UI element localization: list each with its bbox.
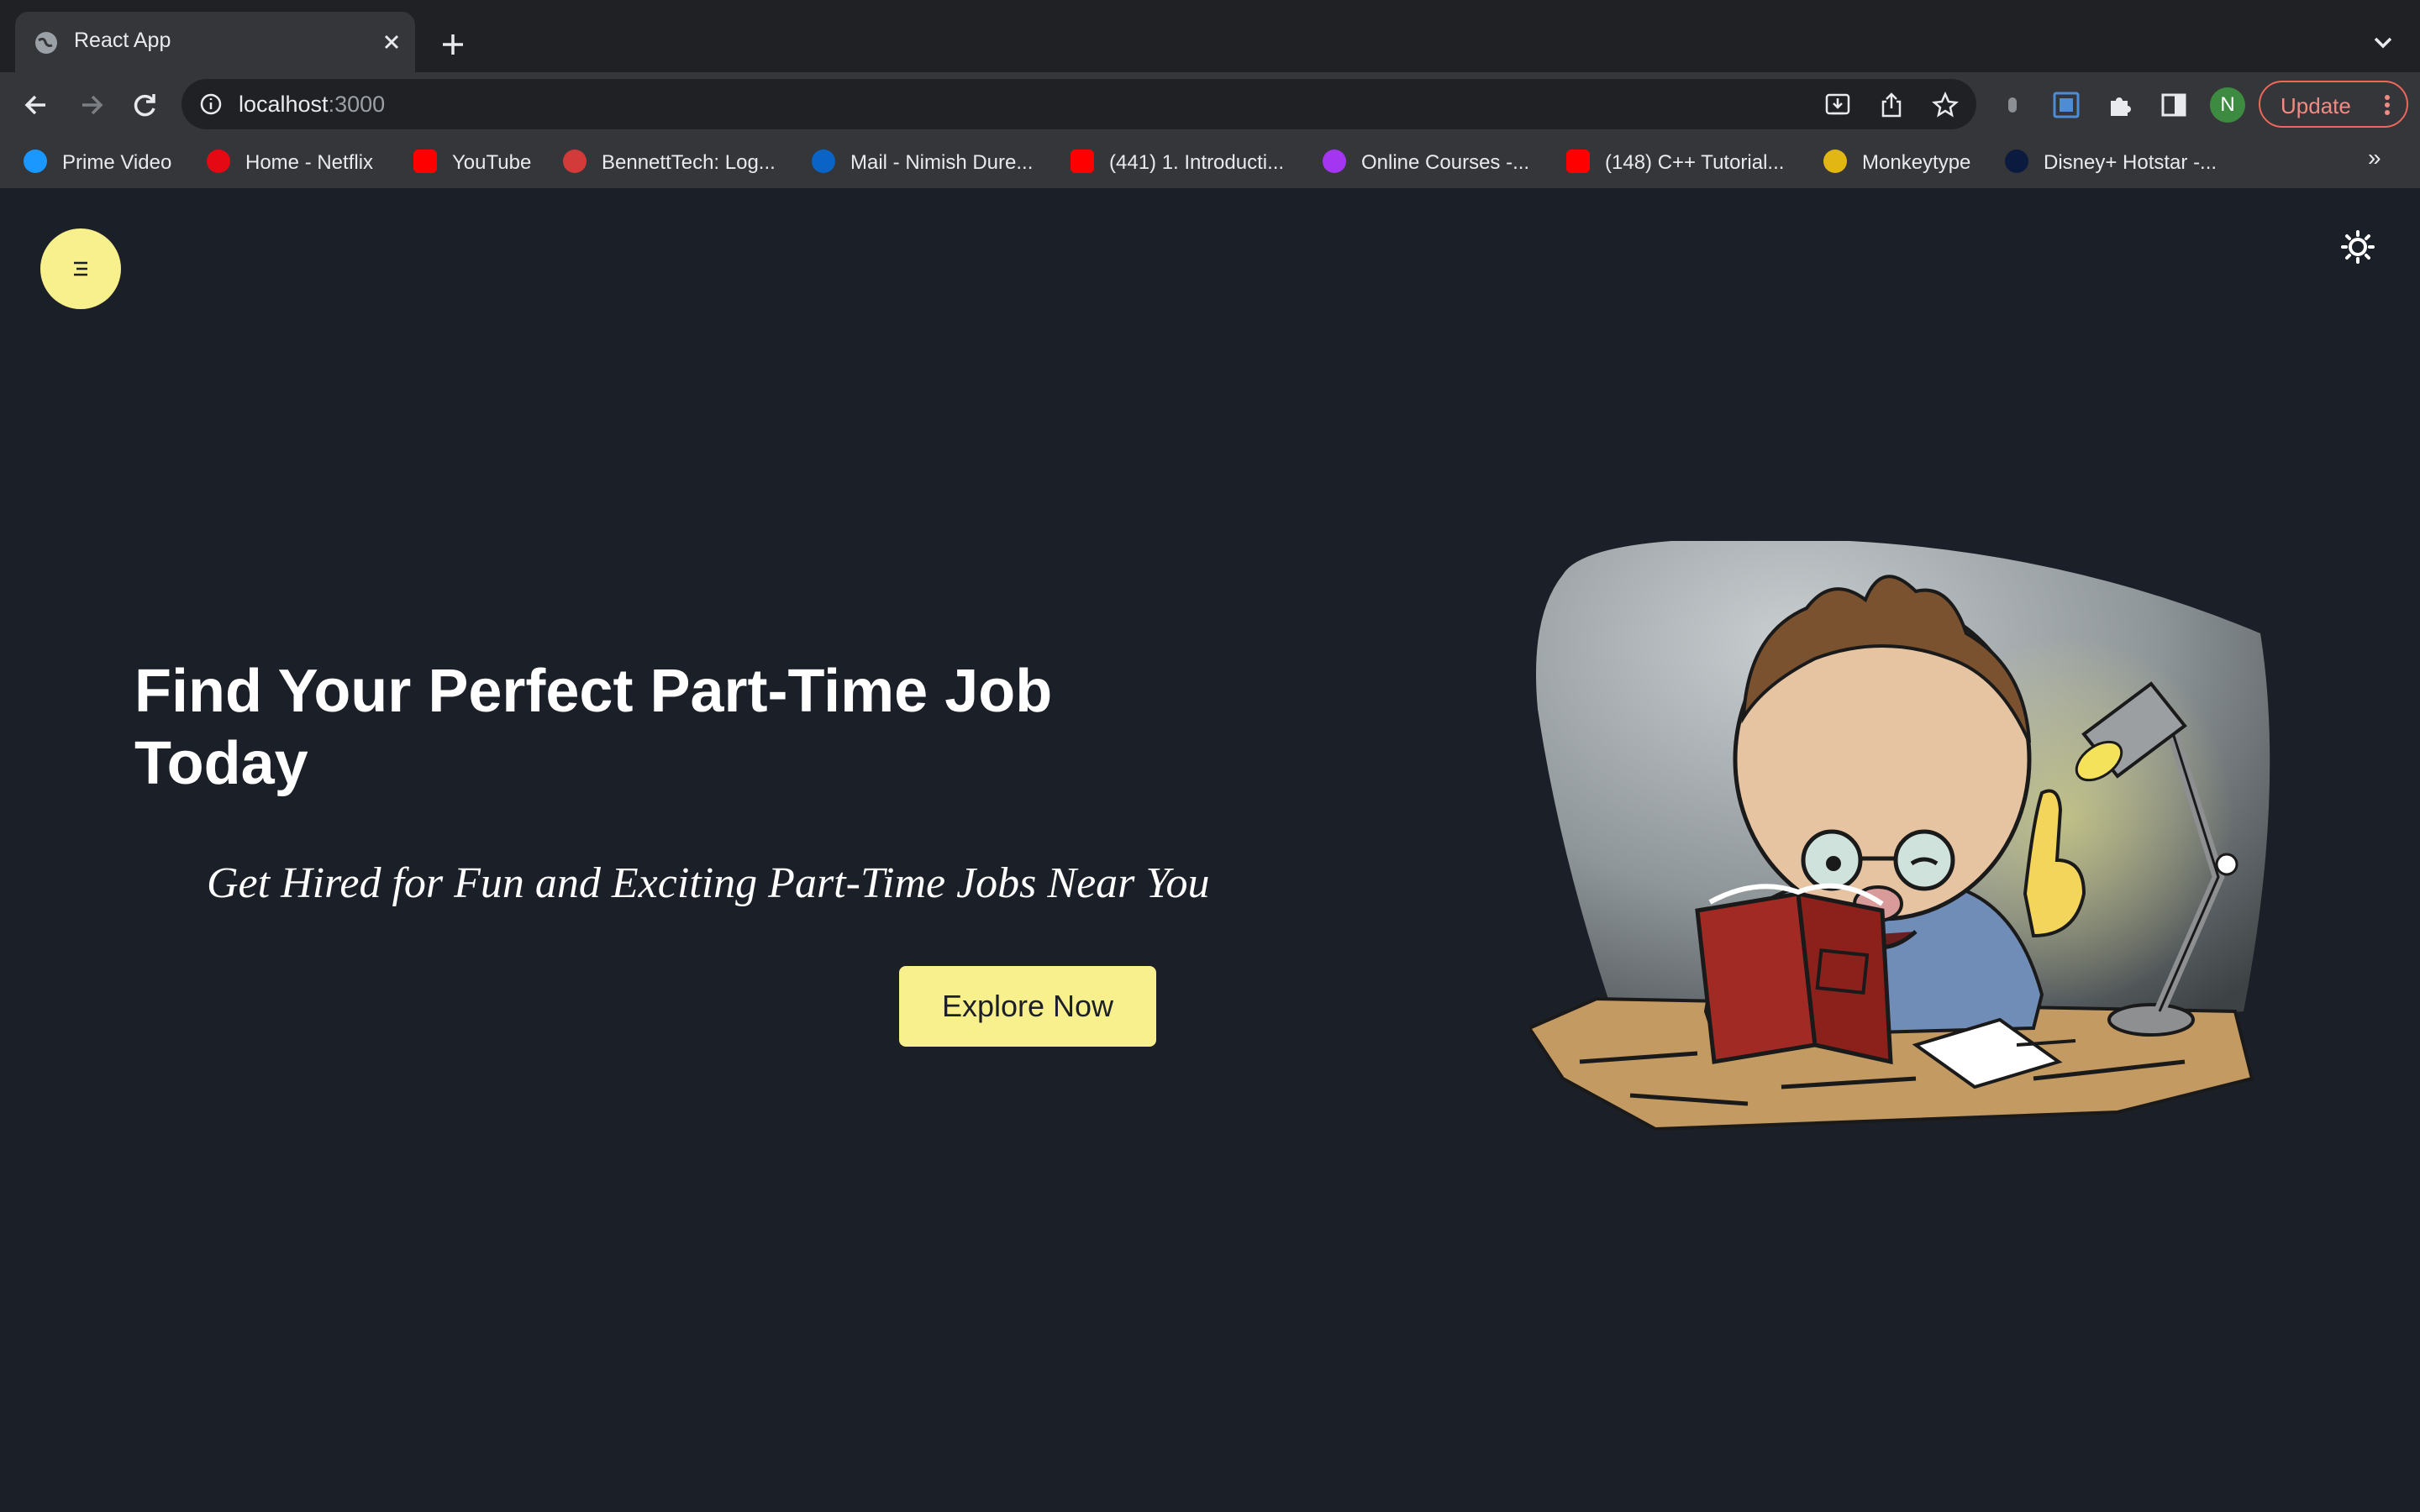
info-icon[interactable] xyxy=(198,92,224,117)
avatar[interactable]: N xyxy=(2210,87,2245,123)
explore-now-button[interactable]: Explore Now xyxy=(899,966,1156,1047)
hero-illustration xyxy=(1529,541,2270,1131)
udemy-icon xyxy=(1323,150,1346,173)
bookmark-label: Home - Netflix xyxy=(245,151,374,174)
sun-icon[interactable] xyxy=(2341,230,2375,264)
menu-button[interactable] xyxy=(40,228,121,309)
hotstar-icon xyxy=(2005,150,2028,173)
book xyxy=(1695,883,1893,1065)
bookmark-label: Mail - Nimish Dure... xyxy=(850,151,1034,174)
bookmark-label: Monkeytype xyxy=(1862,151,1971,174)
menu-icon xyxy=(74,261,87,276)
install-app-icon[interactable] xyxy=(1823,91,1852,119)
hero-title: Find Your Perfect Part-Time Job Today xyxy=(134,658,1053,797)
back-arrow-icon[interactable] xyxy=(15,84,57,126)
chevron-down-icon[interactable] xyxy=(2368,27,2398,57)
bookmark-label: (148) C++ Tutorial... xyxy=(1605,151,1785,174)
monkeytype-icon xyxy=(1823,150,1847,173)
prime-video-icon xyxy=(24,150,47,173)
more-vert-icon xyxy=(2385,95,2390,115)
browser-tab-strip: React App xyxy=(0,0,2420,72)
youtube-icon xyxy=(1566,150,1590,173)
puzzle-icon[interactable] xyxy=(2106,91,2134,119)
url-text: localhost:3000 xyxy=(239,92,385,118)
share-icon[interactable] xyxy=(1877,91,1906,119)
reload-icon[interactable] xyxy=(124,84,166,126)
bennett-icon xyxy=(563,150,587,173)
forward-arrow-icon[interactable] xyxy=(71,84,113,126)
hero-subtitle: Get Hired for Fun and Exciting Part-Time… xyxy=(207,859,1210,907)
side-panel-icon[interactable] xyxy=(2160,91,2188,119)
bookmarks-overflow-button[interactable]: » xyxy=(2368,144,2381,171)
bookmark-label: Prime Video xyxy=(62,151,172,174)
bookmark-label: YouTube xyxy=(452,151,532,174)
url-host: localhost xyxy=(239,92,329,117)
new-tab-icon[interactable] xyxy=(434,25,472,64)
netflix-icon xyxy=(207,150,230,173)
extension-icon[interactable] xyxy=(1998,91,2027,119)
globe-icon xyxy=(35,32,57,54)
youtube-icon xyxy=(413,150,437,173)
page-content: Find Your Perfect Part-Time Job Today Ge… xyxy=(0,188,2420,1512)
close-icon[interactable] xyxy=(375,25,408,59)
bookmark-label: Online Courses -... xyxy=(1361,151,1530,174)
bookmark-label: (441) 1. Introducti... xyxy=(1109,151,1285,174)
youtube-icon xyxy=(1071,150,1094,173)
bookmark-label: Disney+ Hotstar -... xyxy=(2044,151,2217,174)
update-label: Update xyxy=(2281,93,2351,118)
star-icon[interactable] xyxy=(1931,91,1960,119)
bookmark-label: BennettTech: Log... xyxy=(602,151,776,174)
tab-title: React App xyxy=(74,29,171,52)
url-port: :3000 xyxy=(328,92,386,117)
update-button[interactable]: Update xyxy=(2259,81,2408,128)
screen-capture-icon[interactable] xyxy=(2052,91,2081,119)
browser-tab[interactable]: React App xyxy=(15,12,415,72)
outlook-icon xyxy=(812,150,835,173)
browser-toolbar: localhost:3000 N Update xyxy=(0,72,2420,136)
bookmarks-bar: Prime Video Home - Netflix YouTube BennettT… xyxy=(0,136,2420,190)
address-bar[interactable]: localhost:3000 xyxy=(182,79,1976,129)
